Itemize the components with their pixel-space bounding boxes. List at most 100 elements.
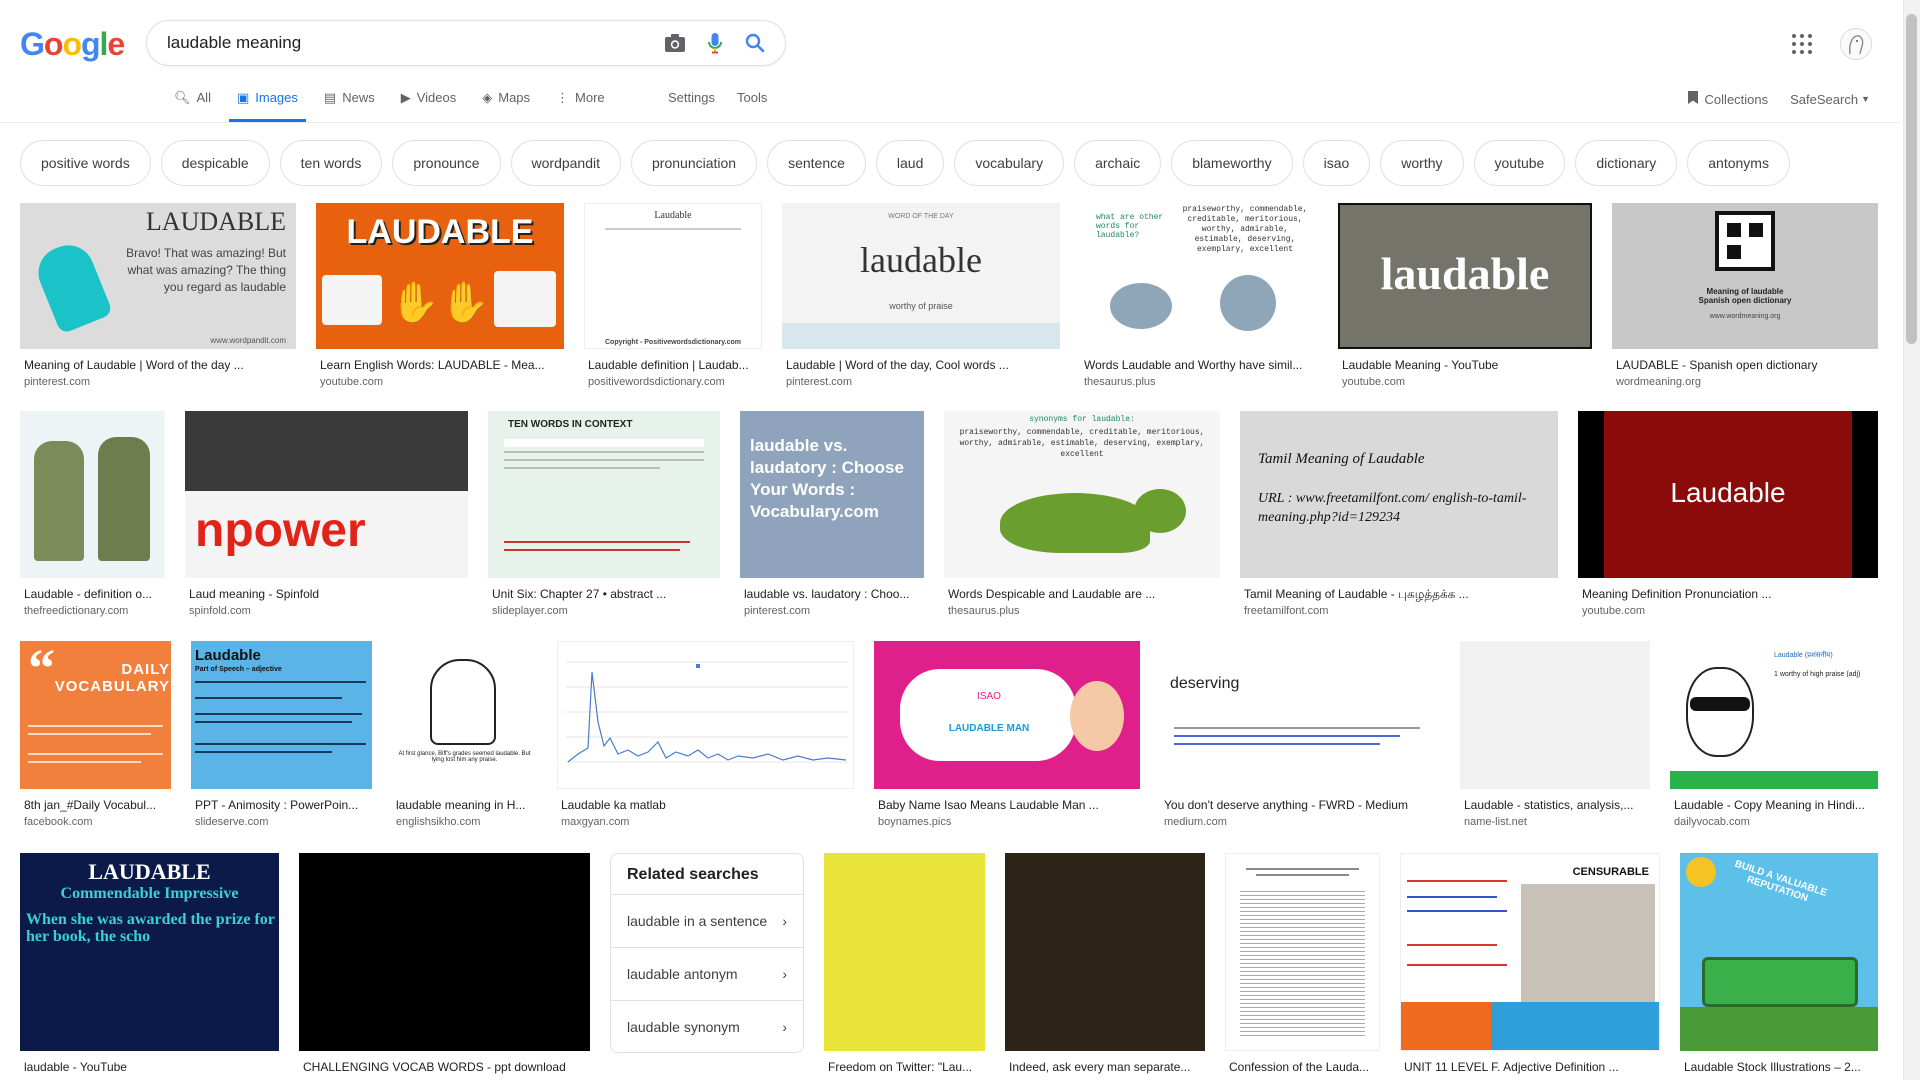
result-thumbnail[interactable]: At first glance, Biff's grades seemed la… [392, 641, 537, 789]
result-caption[interactable]: Laudable ka matlab [561, 798, 854, 812]
result-caption[interactable]: laudable vs. laudatory : Choo... [744, 587, 924, 601]
result-caption[interactable]: Laudable definition | Laudab... [588, 358, 762, 372]
settings-link[interactable]: Settings [668, 90, 715, 105]
microphone-icon[interactable] [695, 23, 735, 63]
result-source[interactable]: pinterest.com [786, 376, 1060, 388]
tab-maps[interactable]: ◈ Maps [474, 84, 538, 122]
result-caption[interactable]: LAUDABLE - Spanish open dictionary [1616, 358, 1878, 372]
result-source[interactable]: maxgyan.com [561, 816, 854, 828]
chip[interactable]: youtube [1473, 140, 1566, 186]
scrollbar-thumb[interactable] [1906, 14, 1917, 344]
chip[interactable]: laud [875, 140, 945, 186]
result-caption[interactable]: You don't deserve anything - FWRD - Medi… [1164, 798, 1440, 812]
result-caption[interactable]: Meaning Definition Pronunciation ... [1582, 587, 1878, 601]
result-source[interactable]: slideplayer.com [492, 605, 720, 617]
result-source[interactable]: positivewordsdictionary.com [588, 376, 762, 388]
chip[interactable]: isao [1302, 140, 1371, 186]
result-thumbnail[interactable]: Tamil Meaning of Laudable URL : www.free… [1240, 411, 1558, 578]
chip[interactable]: positive words [20, 140, 151, 186]
avatar[interactable] [1840, 28, 1872, 60]
result-caption[interactable]: Tamil Meaning of Laudable - புகழத்தக்க .… [1244, 587, 1558, 603]
result-caption[interactable]: Freedom on Twitter: "Lau... [828, 1060, 985, 1074]
chip[interactable]: wordpandit [510, 140, 622, 186]
result-thumbnail[interactable]: Laudable Part of Speech – adjective [191, 641, 372, 789]
result-caption[interactable]: laudable - YouTube [24, 1060, 279, 1074]
result-thumbnail[interactable]: TEN WORDS IN CONTEXT [488, 411, 720, 578]
tab-all[interactable]: 🔍︎ All [166, 84, 219, 122]
search-box[interactable] [146, 20, 786, 66]
result-caption[interactable]: Laudable Meaning - YouTube [1342, 358, 1592, 372]
result-caption[interactable]: Baby Name Isao Means Laudable Man ... [878, 798, 1140, 812]
result-caption[interactable]: Confession of the Lauda... [1229, 1060, 1380, 1074]
result-thumbnail[interactable] [299, 853, 590, 1051]
result-thumbnail[interactable]: LAUDABLE ✋✋ [316, 203, 564, 349]
result-source[interactable]: youtube.com [1582, 605, 1878, 617]
result-source[interactable]: dailyvocab.com [1674, 816, 1878, 828]
result-source[interactable]: thesaurus.plus [1084, 376, 1318, 388]
result-thumbnail[interactable] [1460, 641, 1650, 789]
result-source[interactable]: slideserve.com [195, 816, 372, 828]
chip[interactable]: blameworthy [1171, 140, 1293, 186]
tab-videos[interactable]: ▶ Videos [393, 84, 465, 122]
result-source[interactable]: thesaurus.plus [948, 605, 1220, 617]
result-thumbnail[interactable]: synonyms for laudable: praiseworthy, com… [944, 411, 1220, 578]
result-caption[interactable]: Indeed, ask every man separate... [1009, 1060, 1205, 1074]
result-source[interactable]: spinfold.com [189, 605, 468, 617]
chip[interactable]: pronunciation [631, 140, 758, 186]
result-caption[interactable]: Meaning of Laudable | Word of the day ..… [24, 358, 294, 372]
result-source[interactable]: youtube.com [1342, 376, 1592, 388]
result-caption[interactable]: Laudable | Word of the day, Cool words .… [786, 358, 1060, 372]
result-caption[interactable]: 8th jan_#Daily Vocabul... [24, 798, 171, 812]
related-search-item[interactable]: laudable in a sentence › [611, 894, 803, 947]
chip[interactable]: vocabulary [954, 140, 1065, 186]
result-caption[interactable]: Laudable - statistics, analysis,... [1464, 798, 1650, 812]
chip[interactable]: pronounce [392, 140, 501, 186]
result-caption[interactable]: Laudable Stock Illustrations – 2... [1684, 1060, 1878, 1074]
result-thumbnail[interactable] [824, 853, 985, 1051]
result-source[interactable]: freetamilfont.com [1244, 605, 1558, 617]
result-thumbnail[interactable]: deserving [1160, 641, 1440, 789]
result-thumbnail[interactable]: laudable [1338, 203, 1592, 349]
result-caption[interactable]: Laudable - definition o... [24, 587, 165, 601]
result-caption[interactable]: Words Laudable and Worthy have simil... [1084, 358, 1318, 372]
result-thumbnail[interactable]: Laudable Copyright - Positivewordsdictio… [584, 203, 762, 349]
result-source[interactable]: facebook.com [24, 816, 171, 828]
result-thumbnail[interactable]: laudable vs. laudatory : Choose Your Wor… [740, 411, 924, 578]
result-caption[interactable]: UNIT 11 LEVEL F. Adjective Definition ..… [1404, 1060, 1660, 1074]
result-source[interactable]: thefreedictionary.com [24, 605, 165, 617]
result-caption[interactable]: CHALLENGING VOCAB WORDS - ppt download [303, 1060, 590, 1074]
google-logo[interactable]: Google [20, 26, 125, 63]
tab-more[interactable]: ⋮ More [548, 84, 613, 122]
result-thumbnail[interactable]: Laudable (प्रशंसनीय) 1 worthy of high pr… [1670, 641, 1878, 789]
result-thumbnail[interactable] [1225, 853, 1380, 1051]
chip[interactable]: worthy [1380, 140, 1464, 186]
result-thumbnail[interactable]: BUILD A VALUABLE REPUTATION [1680, 853, 1878, 1051]
result-source[interactable]: boynames.pics [878, 816, 1140, 828]
result-thumbnail[interactable]: LAUDABLE Commendable Impressive When she… [20, 853, 279, 1051]
collections-link[interactable]: Collections [1687, 90, 1768, 108]
result-source[interactable]: pinterest.com [24, 376, 294, 388]
chip[interactable]: despicable [160, 140, 270, 186]
chip[interactable]: antonyms [1687, 140, 1790, 186]
tab-images[interactable]: ▣ Images [228, 84, 306, 122]
apps-grid-icon[interactable] [1792, 34, 1812, 54]
page-scrollbar[interactable] [1903, 0, 1920, 1080]
result-thumbnail[interactable] [1005, 853, 1205, 1051]
result-thumbnail[interactable]: Laudable [1578, 411, 1878, 578]
result-thumbnail[interactable]: “ DAILY VOCABULARY [20, 641, 171, 789]
result-caption[interactable]: PPT - Animosity : PowerPoin... [195, 798, 372, 812]
result-caption[interactable]: Laudable - Copy Meaning in Hindi... [1674, 798, 1878, 812]
result-caption[interactable]: laudable meaning in H... [396, 798, 537, 812]
result-thumbnail[interactable]: WORD OF THE DAY laudable worthy of prais… [782, 203, 1060, 349]
result-caption[interactable]: Learn English Words: LAUDABLE - Mea... [320, 358, 564, 372]
safesearch-toggle[interactable]: SafeSearch ▼ [1790, 92, 1870, 107]
chip[interactable]: ten words [279, 140, 383, 186]
tab-news[interactable]: ▤ News [316, 84, 383, 122]
chip[interactable]: dictionary [1575, 140, 1678, 186]
chip[interactable]: archaic [1074, 140, 1162, 186]
result-caption[interactable]: Laud meaning - Spinfold [189, 587, 468, 601]
search-icon[interactable] [735, 23, 775, 63]
result-source[interactable]: youtube.com [320, 376, 564, 388]
camera-icon[interactable] [655, 23, 695, 63]
result-thumbnail[interactable]: npower [185, 411, 468, 578]
